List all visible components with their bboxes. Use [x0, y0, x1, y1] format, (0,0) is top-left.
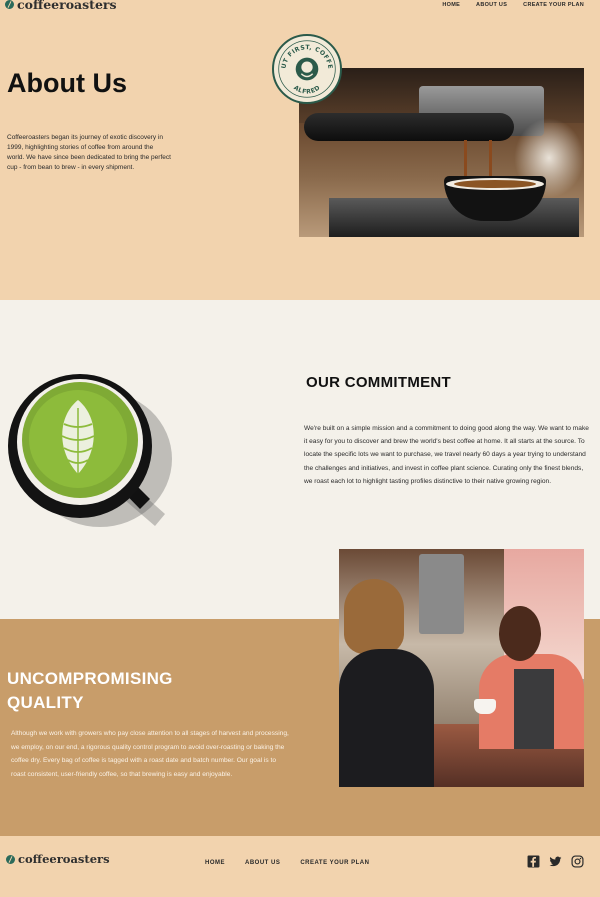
brand-name: coffeeroasters	[17, 0, 117, 12]
footer-nav: HOME ABOUT US CREATE YOUR PLAN	[205, 860, 369, 866]
page-title: About Us	[7, 68, 127, 98]
about-description: Coffeeroasters began its journey of exot…	[7, 134, 171, 171]
footer-logo[interactable]: coffeeroasters	[6, 852, 110, 866]
svg-text:ALFRED: ALFRED	[292, 84, 322, 95]
badge-bottom-text: ALFRED	[292, 84, 321, 95]
instagram-icon[interactable]	[571, 855, 584, 868]
coffee-badge-logo: BUT FIRST, COFFEE ALFRED	[271, 31, 342, 104]
nav-home-link[interactable]: HOME	[442, 2, 460, 8]
site-footer	[0, 836, 600, 897]
header-logo[interactable]: coffeeroasters	[5, 0, 117, 12]
twitter-icon[interactable]	[549, 855, 562, 868]
footer-brand-name: coffeeroasters	[18, 852, 110, 866]
social-links	[527, 855, 584, 868]
cafe-barista-image	[339, 549, 584, 787]
coffee-bean-icon	[6, 854, 15, 864]
facebook-icon[interactable]	[527, 855, 540, 868]
footer-nav-about-link[interactable]: ABOUT US	[245, 860, 280, 866]
quality-description: Although we work with growers who pay cl…	[11, 730, 289, 778]
commitment-title: OUR COMMITMENT	[306, 374, 452, 391]
quality-title-line2: QUALITY	[7, 693, 84, 712]
nav-about-link[interactable]: ABOUT US	[476, 2, 507, 8]
quality-title: UNCOMPROMISING QUALITY	[7, 667, 207, 715]
espresso-machine-image	[299, 68, 584, 237]
footer-nav-home-link[interactable]: HOME	[205, 860, 225, 866]
quality-title-line1: UNCOMPROMISING	[7, 669, 173, 688]
coffee-bean-icon	[5, 0, 14, 9]
nav-plan-link[interactable]: CREATE YOUR PLAN	[523, 2, 584, 8]
footer-nav-plan-link[interactable]: CREATE YOUR PLAN	[300, 860, 369, 866]
header-nav: HOME ABOUT US CREATE YOUR PLAN	[442, 2, 584, 8]
latte-art-cup-image	[0, 364, 175, 534]
commitment-description: We're built on a simple mission and a co…	[304, 425, 589, 485]
